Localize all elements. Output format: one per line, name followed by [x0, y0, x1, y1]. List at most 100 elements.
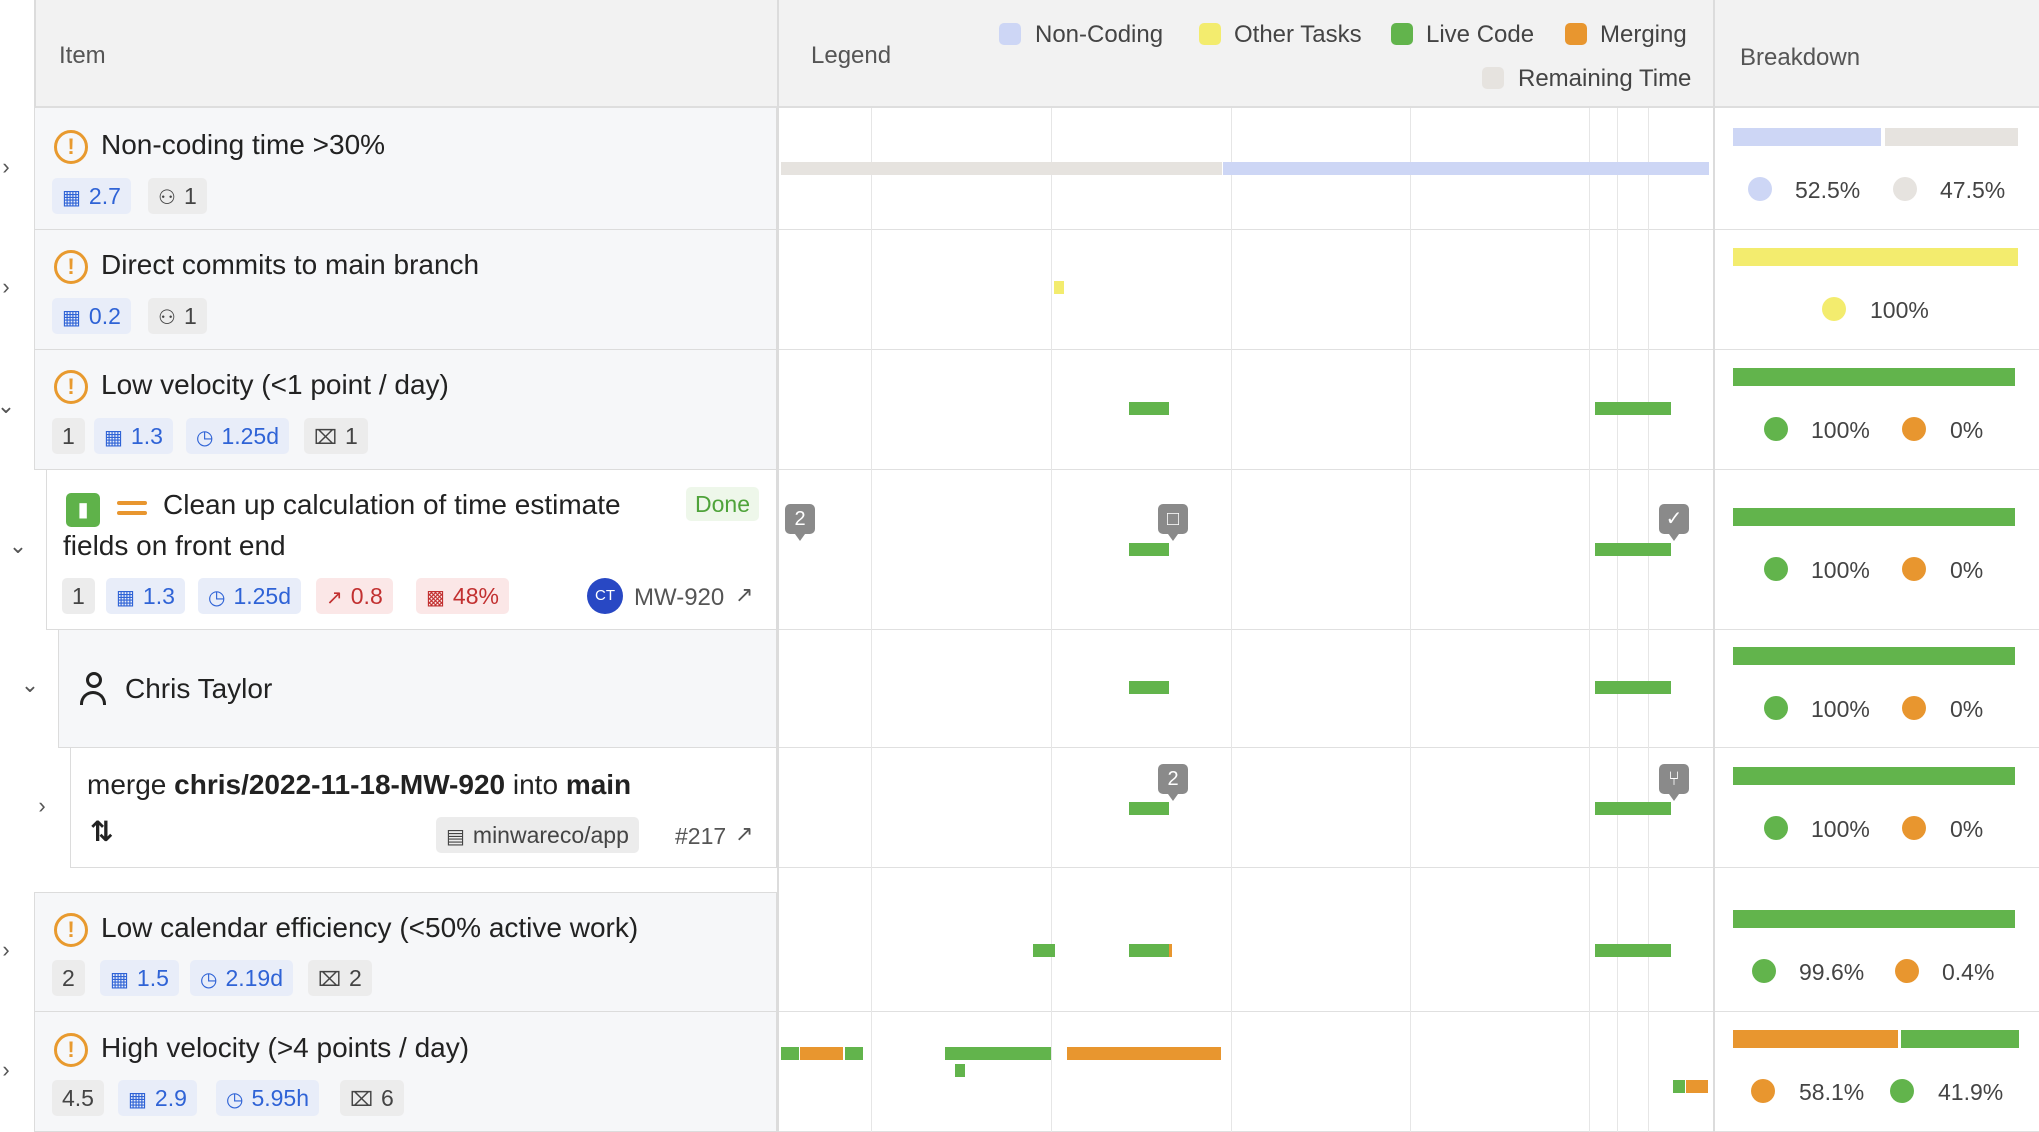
pr-title[interactable]: merge chris/2022-11-18-MW-920 into main [87, 769, 631, 801]
calendar-icon: ▦ [62, 307, 81, 329]
timeline-bar-live-code [1595, 944, 1671, 957]
days-chip: ▦ 0.2 [52, 298, 131, 334]
calendar-icon: ▦ [104, 427, 123, 449]
calendar-icon: ▦ [62, 187, 81, 209]
breakdown-pct-live-code: 100% [1811, 557, 1870, 583]
breakdown-bar-non-coding [1733, 128, 1881, 146]
timeline-bar-live-code [1129, 802, 1169, 815]
event-count-marker[interactable]: 2 [1158, 764, 1188, 801]
timeline-bar-live-code [1129, 681, 1169, 694]
breakdown-pct-live-code: 100% [1811, 417, 1870, 443]
people-chip: ⚇ 1 [148, 298, 207, 334]
timeline-bar-remaining [781, 162, 1222, 175]
warning-icon: ! [54, 1033, 88, 1067]
row-title: Low velocity (<1 point / day) [101, 369, 449, 400]
pr-number-link[interactable]: #217 [675, 823, 726, 850]
chevron-right-icon[interactable]: › [32, 793, 52, 819]
person-icon [80, 672, 108, 708]
ticket-title-line1[interactable]: Clean up calculation of time estimate [163, 489, 621, 521]
calendar-icon: ▦ [128, 1089, 147, 1111]
status-badge: Done [686, 487, 759, 521]
breakdown-pct-merging: 0% [1950, 417, 1984, 443]
timeline-bar-live-code [845, 1047, 863, 1060]
column-divider-legend [777, 0, 779, 1132]
breakdown-bar-merging [1733, 1030, 1898, 1048]
breakdown-pct-live-code: 100% [1811, 696, 1870, 722]
breakdown-dot-live-code [1764, 557, 1788, 581]
row-non-coding-time[interactable] [34, 108, 777, 230]
external-link-icon[interactable]: ↗ [735, 821, 753, 847]
calendar-icon: ▦ [116, 587, 135, 609]
calendar-percent-icon: ▩ [426, 587, 445, 609]
legend-label-remaining-time: Remaining Time [1518, 65, 1692, 92]
priority-medium-icon [117, 498, 147, 520]
header-left-border [34, 0, 36, 108]
chevron-right-icon[interactable]: › [0, 1057, 16, 1083]
column-header-legend: Legend [811, 42, 892, 69]
breakdown-dot-merging [1902, 417, 1926, 441]
external-link-icon[interactable]: ↗ [735, 582, 753, 608]
person-name: Chris Taylor [125, 673, 273, 704]
event-count-marker[interactable]: 2 [785, 504, 815, 541]
chevron-right-icon[interactable]: › [0, 937, 16, 963]
breakdown-pct-other-tasks: 100% [1870, 297, 1929, 323]
breakdown-pct-merging: 0% [1950, 557, 1984, 583]
timeline-bar-live-code [945, 1047, 1051, 1060]
table-header [34, 0, 2039, 108]
breakdown-dot-live-code [1764, 417, 1788, 441]
breakdown-pct-remaining: 47.5% [1940, 177, 2006, 203]
clock-icon: ◷ [196, 427, 214, 449]
breakdown-bar-live-code [1733, 508, 2015, 526]
repo-chip[interactable]: ▤ minwareco/app [436, 817, 639, 853]
legend-swatch-remaining-time [1482, 67, 1504, 89]
row-title: Low calendar efficiency (<50% active wor… [101, 912, 639, 943]
timeline-gridline [871, 108, 872, 1132]
timeline-bar-live-code [1129, 543, 1169, 556]
breakdown-dot-live-code [1764, 696, 1788, 720]
pull-request-icon: ⇅ [90, 816, 114, 847]
chevron-down-icon[interactable]: ⌄ [8, 533, 28, 559]
chevron-down-icon[interactable]: ⌄ [0, 393, 16, 419]
repo-icon: ▤ [446, 826, 465, 848]
timeline-bar-live-code [1673, 1080, 1685, 1093]
breakdown-dot-merging [1902, 557, 1926, 581]
breakdown-pct-non-coding: 52.5% [1795, 177, 1861, 203]
issue-key-link[interactable]: MW-920 [634, 584, 724, 612]
chevron-right-icon[interactable]: › [0, 274, 16, 300]
ticket-icon: ⌧ [314, 427, 338, 449]
ticket-done-marker[interactable]: ✓ [1659, 504, 1689, 541]
breakdown-bar-live-code [1733, 368, 2015, 386]
column-divider-breakdown [1713, 0, 1715, 1132]
days-chip: ▦ 2.7 [52, 178, 131, 214]
days-chip: ▦ 2.9 [118, 1080, 197, 1116]
time-chip: ◷ 1.25d [186, 418, 290, 454]
row-divider [779, 470, 2039, 630]
row-pull-request[interactable] [70, 748, 777, 868]
column-header-breakdown: Breakdown [1740, 44, 1861, 71]
chevron-right-icon[interactable]: › [0, 154, 16, 180]
breakdown-bar-live-code [1733, 767, 2015, 785]
days-chip: ▦ 1.5 [100, 960, 179, 996]
row-title: Non-coding time >30% [101, 129, 386, 160]
timeline-bar-live-code [1595, 402, 1671, 415]
points-chip: 4.5 [52, 1080, 104, 1116]
timeline-bar-live-code [1033, 944, 1055, 957]
points-chip: 1 [52, 418, 85, 454]
row-direct-commits[interactable] [34, 230, 777, 350]
legend-label-live-code: Live Code [1426, 21, 1535, 48]
warning-icon: ! [54, 130, 88, 164]
row-divider [779, 748, 2039, 868]
breakdown-bar-live-code [1733, 647, 2015, 665]
days-chip: ▦ 1.3 [106, 578, 185, 614]
timeline-bar-live-code [781, 1047, 799, 1060]
ticket-start-marker[interactable]: □ [1158, 504, 1188, 541]
legend-label-other-tasks: Other Tasks [1234, 21, 1362, 48]
breakdown-bar-live-code [1733, 910, 2015, 928]
merge-marker[interactable]: ⑂ [1659, 764, 1689, 801]
warning-icon: ! [54, 250, 88, 284]
chevron-down-icon[interactable]: ⌄ [20, 672, 40, 698]
tickets-chip: ⌧ 1 [304, 418, 368, 454]
timeline-bar-live-code [1595, 681, 1671, 694]
ticket-title-line2[interactable]: fields on front end [63, 530, 286, 562]
breakdown-pct-merging: 0.4% [1942, 959, 1995, 985]
